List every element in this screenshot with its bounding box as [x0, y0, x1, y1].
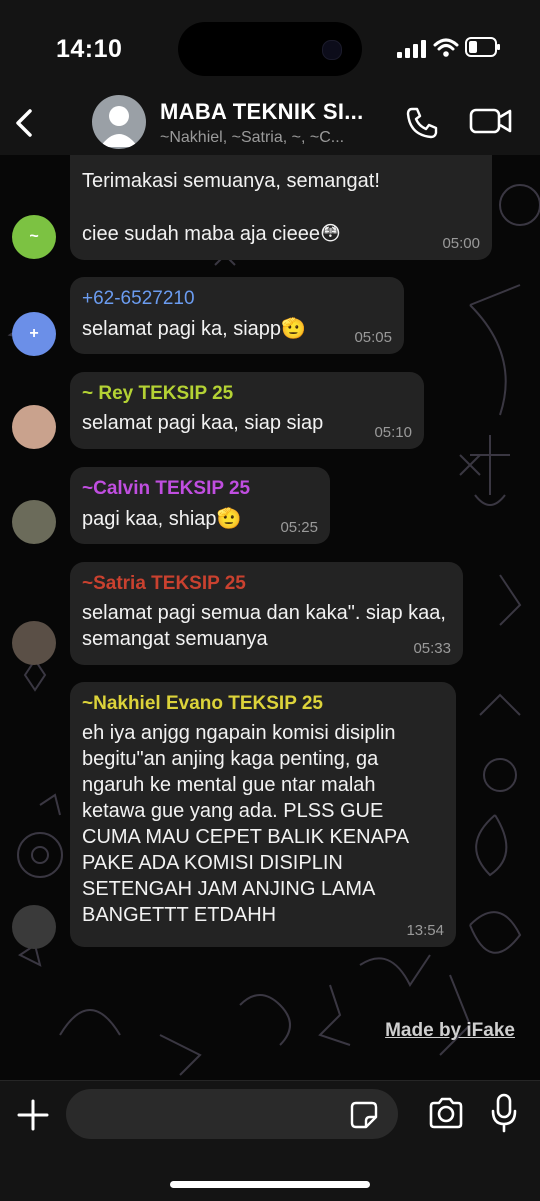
message-bubble[interactable]: +62-6527210 selamat pagi ka, siapp🫡 05:0… — [70, 277, 404, 354]
message-bubble[interactable]: ~Nakhiel Evano TEKSIP 25 eh iya anjgg ng… — [70, 682, 456, 947]
back-icon[interactable] — [10, 103, 40, 143]
battery-icon — [465, 37, 500, 57]
sender-name[interactable]: ~Nakhiel Evano TEKSIP 25 — [82, 692, 444, 716]
chat-header: MABA TEKNIK SI... ~Nakhiel, ~Satria, ~, … — [0, 95, 540, 156]
mic-icon[interactable] — [490, 1093, 518, 1133]
message-time: 05:00 — [442, 235, 480, 252]
salute-emoji: 🫡 — [281, 316, 306, 340]
sender-avatar[interactable] — [12, 621, 56, 665]
video-icon[interactable] — [469, 105, 513, 137]
message-text: pagi kaa, shiap — [82, 508, 217, 530]
message-time: 05:10 — [374, 424, 412, 441]
group-members[interactable]: ~Nakhiel, ~Satria, ~, ~C... — [160, 129, 344, 147]
message-bubble[interactable]: ~Satria TEKSIP 25 selamat pagi semua dan… — [70, 562, 463, 665]
message-bubble[interactable]: ~ Rey TEKSIP 25 selamat pagi kaa, siap s… — [70, 372, 424, 449]
call-icon[interactable] — [404, 105, 440, 141]
camera-icon[interactable] — [428, 1097, 464, 1129]
status-time: 14:10 — [56, 35, 123, 63]
message-input[interactable] — [66, 1089, 398, 1139]
plus-icon[interactable] — [15, 1097, 51, 1133]
message-text: selamat pagi semua dan kaka". siap kaa, … — [82, 602, 452, 650]
message-text: selamat pagi ka, siapp — [82, 318, 282, 340]
watermark: Made by iFake — [385, 1020, 515, 1041]
home-indicator[interactable] — [170, 1181, 370, 1188]
signal-icon — [397, 40, 426, 58]
wifi-icon — [433, 38, 459, 57]
sender-avatar[interactable]: ~ — [12, 215, 56, 259]
flushed-emoji: 😳 — [319, 221, 341, 245]
camera-dot — [322, 40, 342, 60]
salute-emoji: 🫡 — [216, 506, 242, 530]
message-bubble[interactable]: Terimakasi semuanya, semangat! ciee suda… — [70, 155, 492, 260]
sender-avatar[interactable] — [12, 500, 56, 544]
sender-name[interactable]: ~Calvin TEKSIP 25 — [82, 477, 318, 501]
message-text: selamat pagi kaa, siap siap — [82, 412, 324, 434]
status-bar: 14:10 — [0, 0, 540, 95]
message-bubble[interactable]: ~Calvin TEKSIP 25 pagi kaa, shiap🫡 05:25 — [70, 467, 330, 544]
sticker-icon[interactable] — [350, 1101, 378, 1129]
composer-bar — [0, 1080, 540, 1201]
message-time: 05:25 — [280, 519, 318, 536]
message-time: 05:33 — [413, 640, 451, 657]
person-icon — [100, 106, 138, 147]
group-title[interactable]: MABA TEKNIK SI... — [160, 99, 364, 125]
sender-avatar[interactable] — [12, 405, 56, 449]
sender-name[interactable]: ~Satria TEKSIP 25 — [82, 572, 451, 596]
message-time: 13:54 — [406, 922, 444, 939]
sender-avatar[interactable]: + — [12, 312, 56, 356]
sender-avatar[interactable] — [12, 905, 56, 949]
message-text: eh iya anjgg ngapain komisi disiplin beg… — [82, 722, 414, 926]
sender-name[interactable]: +62-6527210 — [82, 287, 392, 311]
dynamic-island — [178, 22, 362, 76]
sender-name[interactable]: ~ Rey TEKSIP 25 — [82, 382, 412, 406]
group-avatar[interactable] — [92, 95, 146, 149]
message-time: 05:05 — [354, 329, 392, 346]
